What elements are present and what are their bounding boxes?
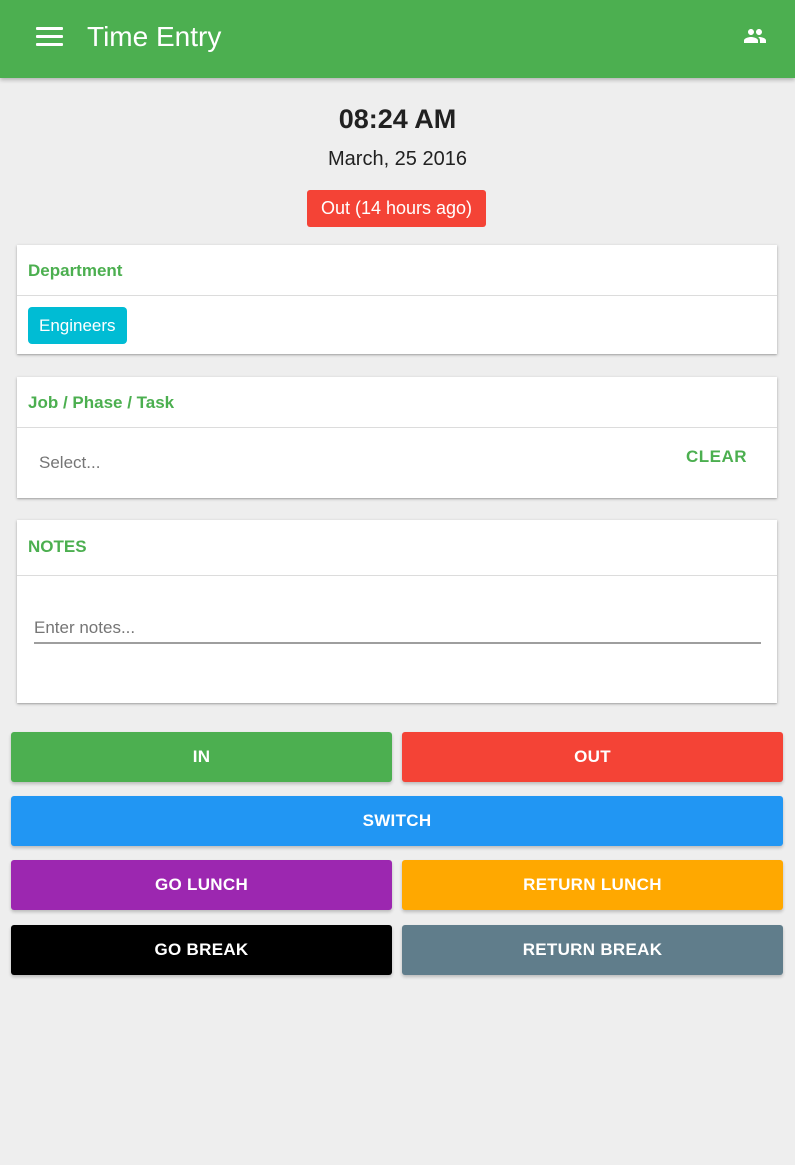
hamburger-menu-icon[interactable] (36, 26, 63, 48)
job-card: Job / Phase / Task Select... CLEAR (17, 377, 777, 498)
current-date: March, 25 2016 (328, 148, 467, 170)
go-lunch-button[interactable]: GO LUNCH (11, 860, 392, 910)
status-badge: Out (14 hours ago) (307, 190, 486, 227)
department-chip[interactable]: Engineers (28, 307, 127, 344)
app-bar: Time Entry (0, 0, 795, 78)
return-break-button[interactable]: RETURN BREAK (402, 925, 783, 975)
notes-input[interactable] (34, 614, 761, 644)
job-select[interactable]: Select... (39, 453, 100, 473)
notes-card: NOTES (17, 520, 777, 703)
department-card: Department Engineers (17, 245, 777, 354)
people-icon[interactable] (738, 24, 772, 48)
notes-header: NOTES (17, 520, 777, 576)
job-header: Job / Phase / Task (17, 377, 777, 428)
out-button[interactable]: OUT (402, 732, 783, 782)
department-header: Department (17, 245, 777, 296)
switch-button[interactable]: SWITCH (11, 796, 783, 846)
go-break-button[interactable]: GO BREAK (11, 925, 392, 975)
current-time: 08:24 AM (338, 104, 457, 134)
return-lunch-button[interactable]: RETURN LUNCH (402, 860, 783, 910)
in-button[interactable]: IN (11, 732, 392, 782)
clear-button[interactable]: CLEAR (686, 447, 747, 467)
page-title: Time Entry (87, 21, 222, 52)
